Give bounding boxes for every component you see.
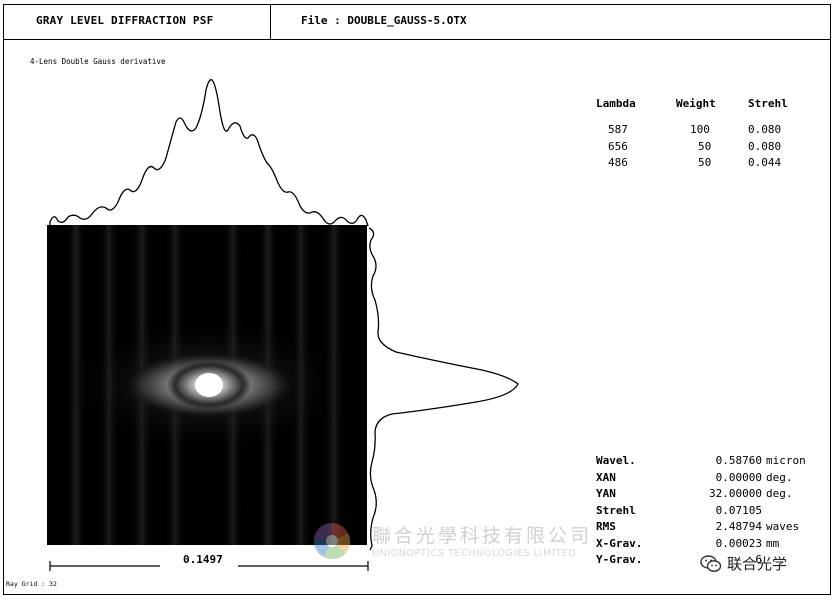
company-watermark: 聯合光學科技有限公司 UNIONOPTICS TECHNOLOGIES LIMI…	[312, 521, 602, 565]
stat-value: 0.00023	[715, 536, 762, 550]
stat-value: 0.07105	[715, 503, 762, 517]
lambda-value: 656	[608, 139, 628, 153]
weight-value: 100	[690, 123, 710, 136]
wavelength-weights-table: Lambda Weight Strehl 587 100 0.080 656 5…	[596, 97, 808, 172]
company-logo-icon	[313, 522, 351, 560]
psf-intensity-map	[59, 225, 359, 545]
column-header-lambda: Lambda	[596, 97, 636, 110]
stat-value: 2.48794	[715, 520, 762, 533]
strehl-value: 0.080	[748, 123, 782, 136]
wechat-account-name: 联合光学	[727, 555, 788, 573]
stat-label: Strehl	[596, 503, 636, 517]
stat-row: Wavel. 0.58760 micron	[596, 453, 806, 470]
strehl-value: 0.080	[748, 139, 782, 153]
table-row: 656 50 0.080	[596, 139, 808, 156]
stat-label: YAN	[596, 487, 616, 500]
stat-row: YAN 32.00000 deg.	[596, 486, 806, 503]
column-header-weight: Weight	[676, 97, 716, 110]
stat-row: X-Grav. 0.00023 mm	[596, 536, 806, 553]
weights-header-row: Lambda Weight Strehl	[596, 97, 808, 122]
psf-gray-image	[47, 225, 367, 545]
stat-value: 32.00000	[709, 487, 762, 500]
stat-unit: deg.	[766, 470, 793, 484]
strehl-value: 0.044	[748, 156, 782, 169]
stat-row: RMS 2.48794 waves	[596, 519, 806, 536]
stat-unit: mm	[766, 536, 780, 550]
stat-row: Strehl 0.07105	[596, 503, 806, 520]
psf-statistics: Wavel. 0.58760 micron XAN 0.00000 deg. Y…	[596, 453, 806, 569]
weight-value: 50	[698, 139, 712, 153]
stat-unit	[766, 503, 806, 520]
stat-label: RMS	[596, 520, 616, 533]
weight-value: 50	[698, 156, 712, 169]
wechat-icon	[700, 555, 722, 572]
watermark-chinese-name: 聯合光學科技有限公司	[372, 525, 593, 547]
stat-label: XAN	[596, 470, 616, 484]
stat-unit: waves	[766, 520, 800, 533]
lambda-value: 486	[608, 156, 628, 169]
file-label: File : DOUBLE_GAUSS-5.OTX	[301, 14, 467, 27]
watermark-english-name: UNIONOPTICS TECHNOLOGIES LIMITED	[372, 548, 577, 559]
stat-unit: micron	[766, 454, 806, 467]
stat-value: 0.00000	[715, 470, 762, 484]
stat-label: Wavel.	[596, 454, 636, 467]
title-cell: GRAY LEVEL DIFFRACTION PSF	[4, 5, 271, 39]
stat-row: XAN 0.00000 deg.	[596, 470, 806, 487]
plot-subtitle: 4-Lens Double Gauss derivative	[30, 57, 166, 66]
table-row: 486 50 0.044	[596, 155, 808, 172]
window-title: GRAY LEVEL DIFFRACTION PSF	[36, 14, 214, 27]
column-header-strehl: Strehl	[748, 97, 788, 110]
stat-label: X-Grav.	[596, 536, 643, 550]
stat-unit: deg.	[766, 487, 793, 500]
title-bar: GRAY LEVEL DIFFRACTION PSF File : DOUBLE…	[4, 5, 830, 40]
table-row: 587 100 0.080	[596, 122, 808, 139]
stat-value: 0.58760	[715, 454, 762, 467]
scale-bar-label: 0.1497	[183, 553, 223, 566]
lambda-value: 587	[608, 123, 628, 136]
stat-label: Y-Grav.	[596, 553, 643, 566]
ray-grid-label: Ray Grid : 32	[6, 580, 57, 588]
